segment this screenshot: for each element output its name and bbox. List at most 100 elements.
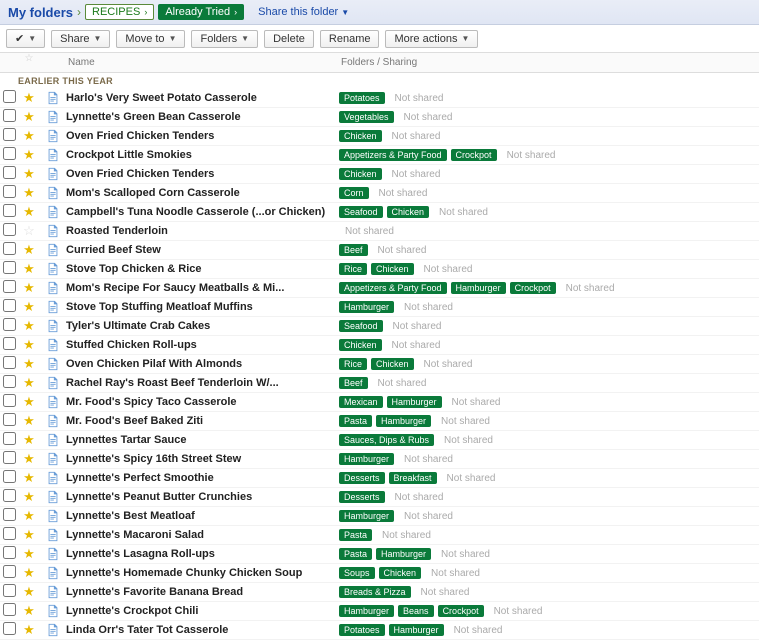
- folder-tag[interactable]: Desserts: [339, 472, 385, 484]
- folder-tag[interactable]: Chicken: [387, 206, 430, 218]
- folder-tag[interactable]: Rice: [339, 358, 367, 370]
- item-name[interactable]: Lynnette's Green Bean Casserole: [66, 109, 339, 125]
- star-icon[interactable]: ★: [18, 584, 40, 600]
- select-all-menu[interactable]: ✔▼: [6, 29, 45, 48]
- folder-tag[interactable]: Mexican: [339, 396, 383, 408]
- folder-tag[interactable]: Chicken: [371, 358, 414, 370]
- star-icon[interactable]: ★: [18, 470, 40, 486]
- folder-tag[interactable]: Chicken: [339, 339, 382, 351]
- folder-tag[interactable]: Crockpot: [451, 149, 497, 161]
- folder-tag[interactable]: Desserts: [339, 491, 385, 503]
- row-checkbox[interactable]: [0, 451, 18, 467]
- item-name[interactable]: Lynnette's Perfect Smoothie: [66, 470, 339, 486]
- row-checkbox[interactable]: [0, 413, 18, 429]
- item-name[interactable]: Crockpot Little Smokies: [66, 147, 339, 163]
- breadcrumb-recipes[interactable]: RECIPES›: [85, 4, 154, 20]
- row-checkbox[interactable]: [0, 185, 18, 201]
- star-icon[interactable]: ★: [18, 147, 40, 163]
- row-checkbox[interactable]: [0, 299, 18, 315]
- item-name[interactable]: Stuffed Chicken Roll-ups: [66, 337, 339, 353]
- folder-tag[interactable]: Hamburger: [339, 301, 394, 313]
- item-name[interactable]: Lynnette's Best Meatloaf: [66, 508, 339, 524]
- star-icon[interactable]: ★: [18, 432, 40, 448]
- folder-tag[interactable]: Hamburger: [376, 548, 431, 560]
- folder-tag[interactable]: Hamburger: [389, 624, 444, 636]
- item-name[interactable]: Harlo's Very Sweet Potato Casserole: [66, 90, 339, 106]
- row-checkbox[interactable]: [0, 356, 18, 372]
- star-icon[interactable]: ★: [18, 565, 40, 581]
- row-checkbox[interactable]: [0, 223, 18, 239]
- folder-tag[interactable]: Pasta: [339, 415, 372, 427]
- item-name[interactable]: Linda Orr's Tater Tot Casserole: [66, 622, 339, 638]
- star-icon[interactable]: ★: [18, 90, 40, 106]
- item-name[interactable]: Lynnette's Spicy 16th Street Stew: [66, 451, 339, 467]
- row-checkbox[interactable]: [0, 394, 18, 410]
- move-to-button[interactable]: Move to▼: [116, 30, 185, 48]
- item-name[interactable]: Mom's Scalloped Corn Casserole: [66, 185, 339, 201]
- item-name[interactable]: Rachel Ray's Roast Beef Tenderloin W/...: [66, 375, 339, 391]
- item-name[interactable]: Lynnette's Homemade Chunky Chicken Soup: [66, 565, 339, 581]
- more-actions-button[interactable]: More actions▼: [385, 30, 478, 48]
- star-icon[interactable]: ★: [18, 337, 40, 353]
- delete-button[interactable]: Delete: [264, 30, 314, 48]
- star-icon[interactable]: ★: [18, 185, 40, 201]
- star-icon[interactable]: ★: [18, 603, 40, 619]
- star-icon[interactable]: ★: [18, 261, 40, 277]
- item-name[interactable]: Mr. Food's Beef Baked Ziti: [66, 413, 339, 429]
- row-checkbox[interactable]: [0, 489, 18, 505]
- item-name[interactable]: Lynnette's Lasagna Roll-ups: [66, 546, 339, 562]
- item-name[interactable]: Lynnette's Macaroni Salad: [66, 527, 339, 543]
- row-checkbox[interactable]: [0, 261, 18, 277]
- row-checkbox[interactable]: [0, 280, 18, 296]
- folder-tag[interactable]: Beans: [398, 605, 434, 617]
- star-icon[interactable]: ★: [18, 318, 40, 334]
- item-name[interactable]: Roasted Tenderloin: [66, 223, 339, 239]
- row-checkbox[interactable]: [0, 527, 18, 543]
- column-sharing[interactable]: Folders / Sharing: [339, 53, 759, 72]
- item-name[interactable]: Lynnette's Crockpot Chili: [66, 603, 339, 619]
- item-name[interactable]: Lynnette's Peanut Butter Crunchies: [66, 489, 339, 505]
- star-icon[interactable]: ★: [18, 546, 40, 562]
- folder-tag[interactable]: Corn: [339, 187, 369, 199]
- row-checkbox[interactable]: [0, 204, 18, 220]
- star-icon[interactable]: ★: [18, 166, 40, 182]
- row-checkbox[interactable]: [0, 470, 18, 486]
- star-icon[interactable]: ★: [18, 128, 40, 144]
- folder-tag[interactable]: Seafood: [339, 320, 383, 332]
- item-name[interactable]: Lynnettes Tartar Sauce: [66, 432, 339, 448]
- share-folder-link[interactable]: Share this folder ▼: [258, 6, 349, 18]
- folder-tag[interactable]: Vegetables: [339, 111, 394, 123]
- item-name[interactable]: Campbell's Tuna Noodle Casserole (...or …: [66, 204, 339, 220]
- star-icon[interactable]: ★: [18, 356, 40, 372]
- star-icon[interactable]: ★: [18, 242, 40, 258]
- star-icon[interactable]: ★: [18, 299, 40, 315]
- folder-tag[interactable]: Hamburger: [339, 605, 394, 617]
- folder-tag[interactable]: Pasta: [339, 548, 372, 560]
- row-checkbox[interactable]: [0, 147, 18, 163]
- row-checkbox[interactable]: [0, 242, 18, 258]
- column-name[interactable]: Name: [66, 53, 339, 72]
- folder-tag[interactable]: Seafood: [339, 206, 383, 218]
- rename-button[interactable]: Rename: [320, 30, 380, 48]
- folders-button[interactable]: Folders▼: [191, 30, 258, 48]
- star-icon[interactable]: ☆: [18, 223, 40, 239]
- breadcrumb-already-tried[interactable]: Already Tried›: [158, 4, 244, 20]
- item-name[interactable]: Curried Beef Stew: [66, 242, 339, 258]
- item-name[interactable]: Oven Fried Chicken Tenders: [66, 166, 339, 182]
- row-checkbox[interactable]: [0, 546, 18, 562]
- folder-tag[interactable]: Hamburger: [451, 282, 506, 294]
- folder-tag[interactable]: Potatoes: [339, 624, 385, 636]
- folder-tag[interactable]: Sauces, Dips & Rubs: [339, 434, 434, 446]
- folder-tag[interactable]: Crockpot: [510, 282, 556, 294]
- star-icon[interactable]: ★: [18, 527, 40, 543]
- share-button[interactable]: Share▼: [51, 30, 110, 48]
- star-icon[interactable]: ★: [18, 622, 40, 638]
- item-name[interactable]: Lynnette's Favorite Banana Bread: [66, 584, 339, 600]
- star-icon[interactable]: ★: [18, 451, 40, 467]
- row-checkbox[interactable]: [0, 622, 18, 638]
- folder-tag[interactable]: Potatoes: [339, 92, 385, 104]
- row-checkbox[interactable]: [0, 337, 18, 353]
- item-name[interactable]: Stove Top Stuffing Meatloaf Muffins: [66, 299, 339, 315]
- item-name[interactable]: Oven Fried Chicken Tenders: [66, 128, 339, 144]
- star-icon[interactable]: ★: [18, 489, 40, 505]
